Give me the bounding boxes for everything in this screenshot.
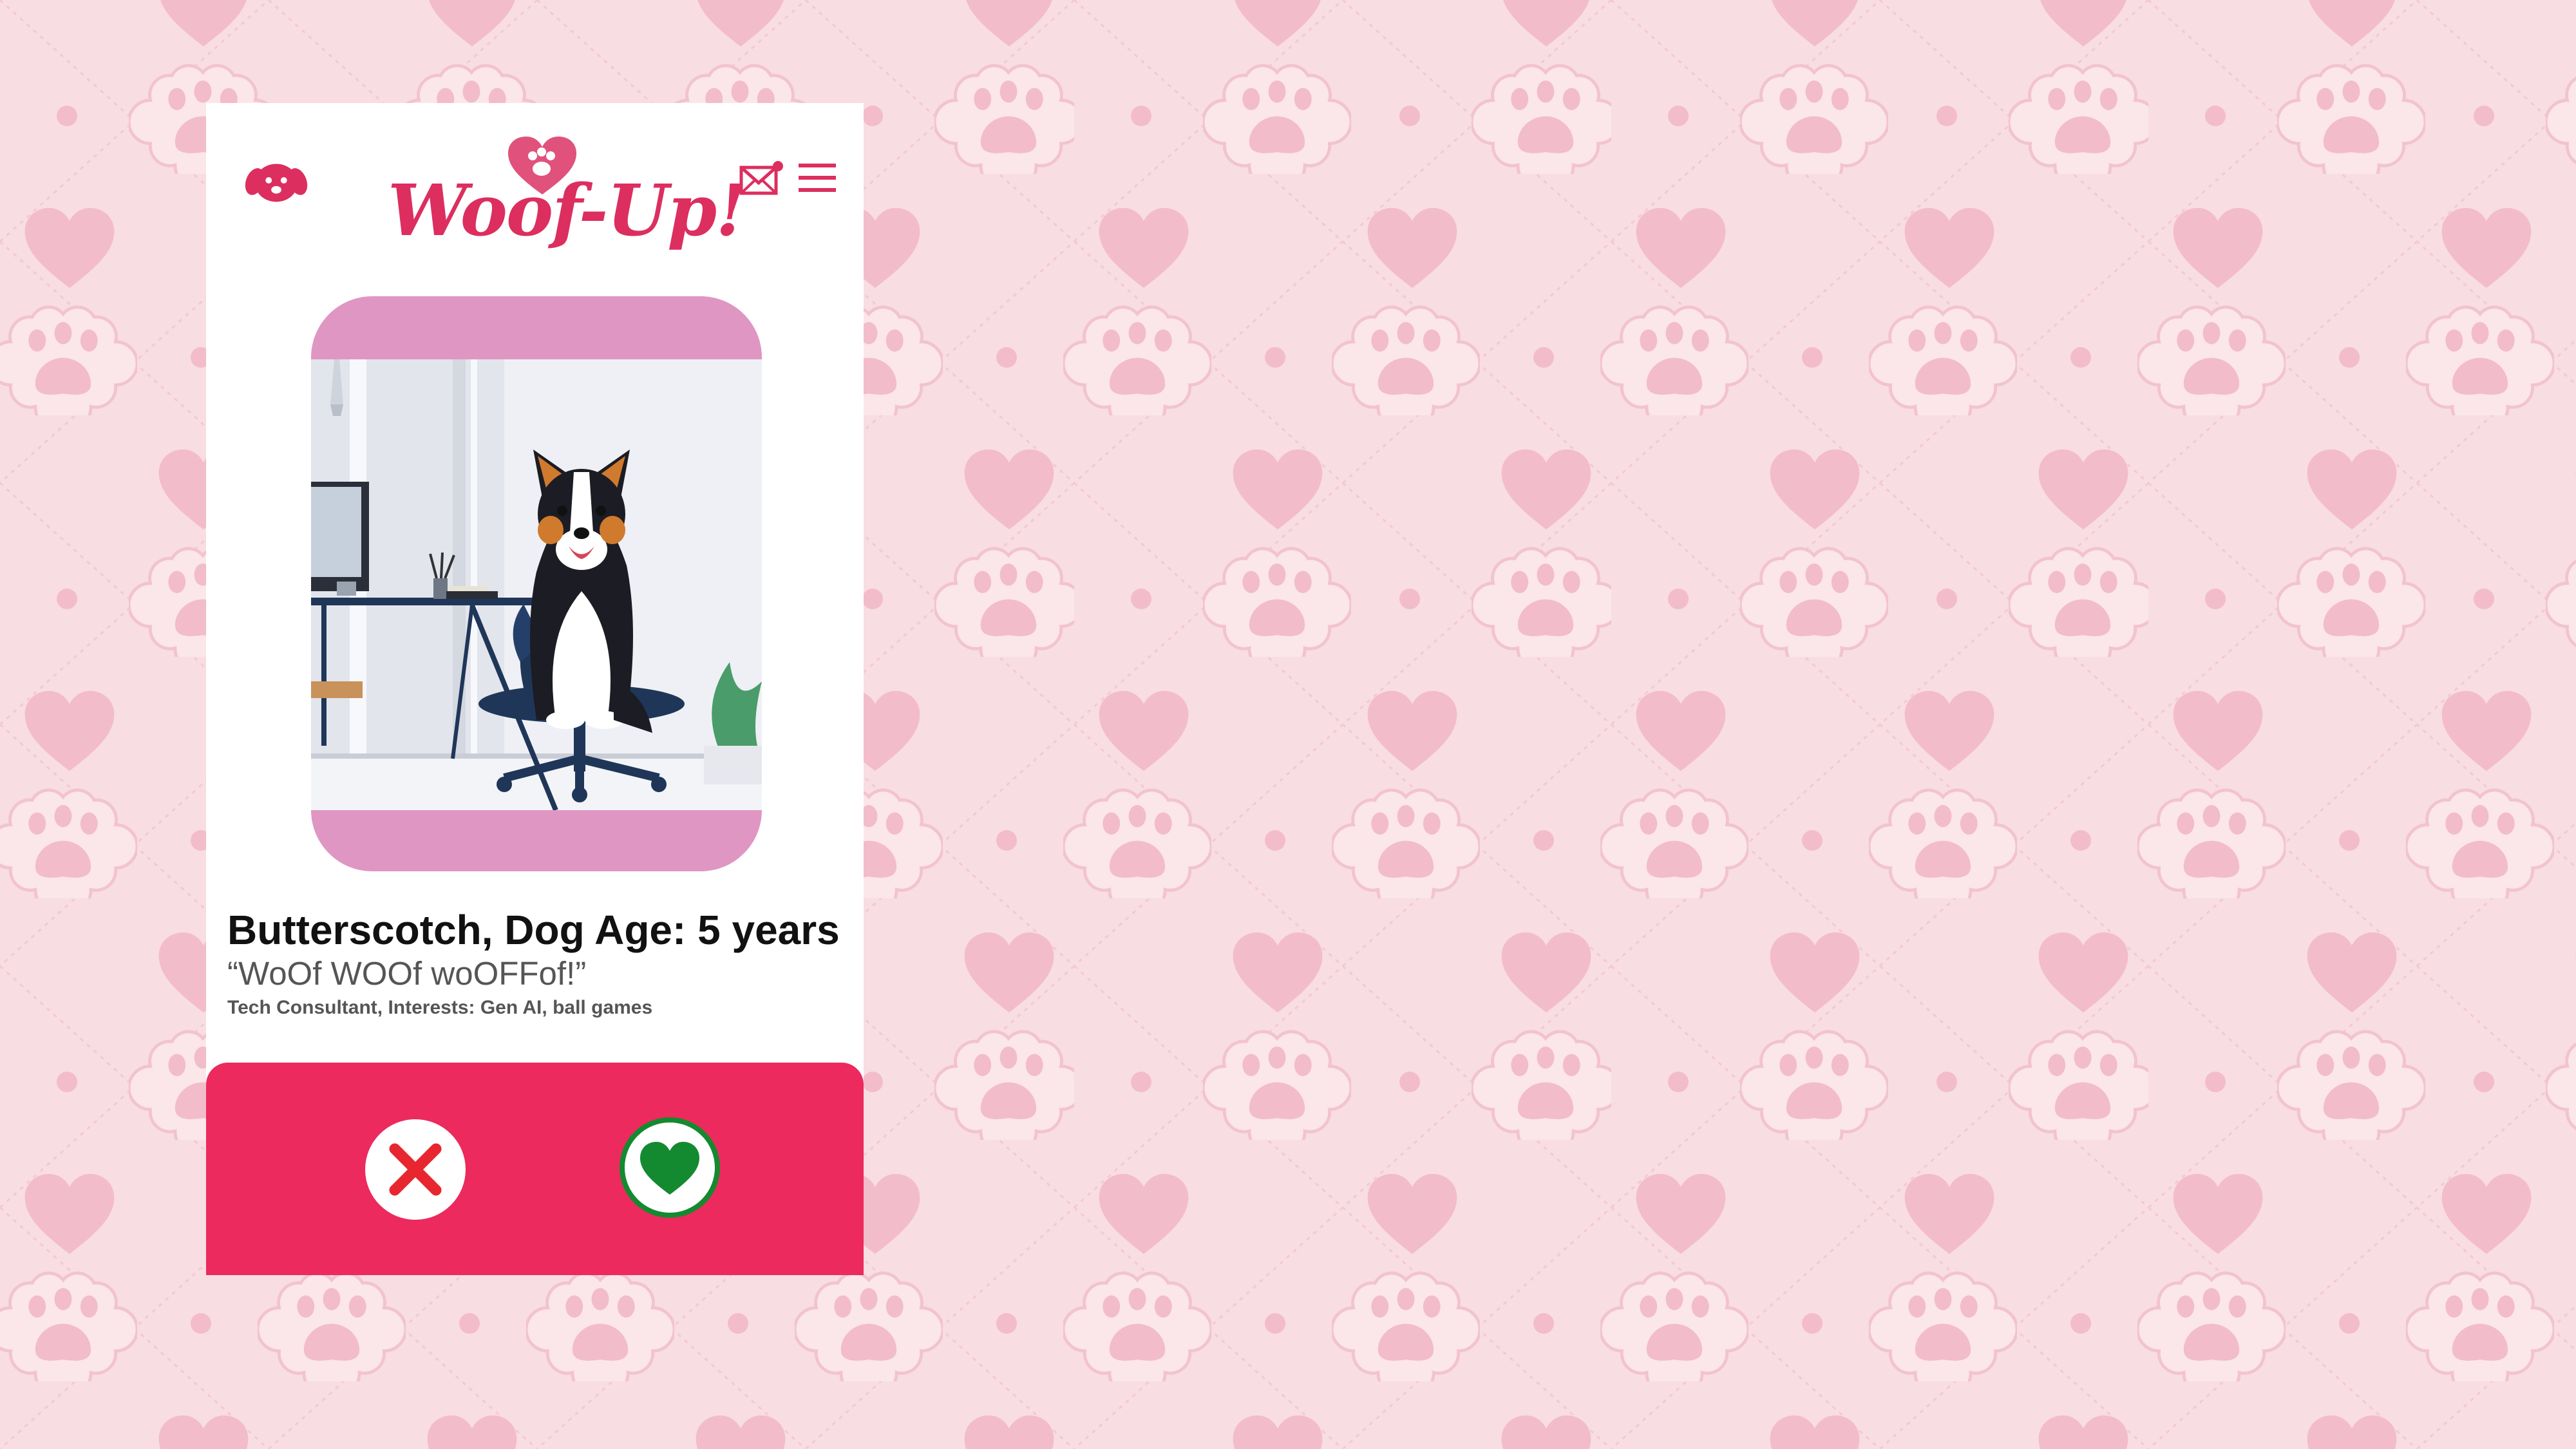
- profile-bio: Tech Consultant, Interests: Gen AI, ball…: [227, 997, 653, 1018]
- profile-photo[interactable]: [311, 359, 762, 810]
- app-logo[interactable]: Woof-Up!: [388, 135, 746, 252]
- profile-quote: “WoOf WOOf woOFFof!”: [227, 955, 587, 992]
- profile-photo-frame: [311, 296, 762, 871]
- like-button[interactable]: [620, 1117, 720, 1218]
- reject-button[interactable]: [365, 1119, 466, 1220]
- app-header: Woof-Up!: [206, 103, 864, 283]
- profile-name-age: Butterscotch, Dog Age: 5 years: [227, 907, 840, 953]
- dog-face-icon[interactable]: [245, 155, 308, 206]
- swipe-action-bar: [206, 1063, 864, 1275]
- close-x-icon: [389, 1143, 442, 1196]
- profile-card-app: Woof-Up! Butterscotch, Dog Age: 5 years …: [206, 103, 864, 1275]
- mail-icon[interactable]: [739, 160, 784, 197]
- hamburger-menu-icon[interactable]: [797, 162, 837, 193]
- heart-icon: [640, 1142, 699, 1195]
- app-logo-text: Woof-Up!: [388, 169, 746, 252]
